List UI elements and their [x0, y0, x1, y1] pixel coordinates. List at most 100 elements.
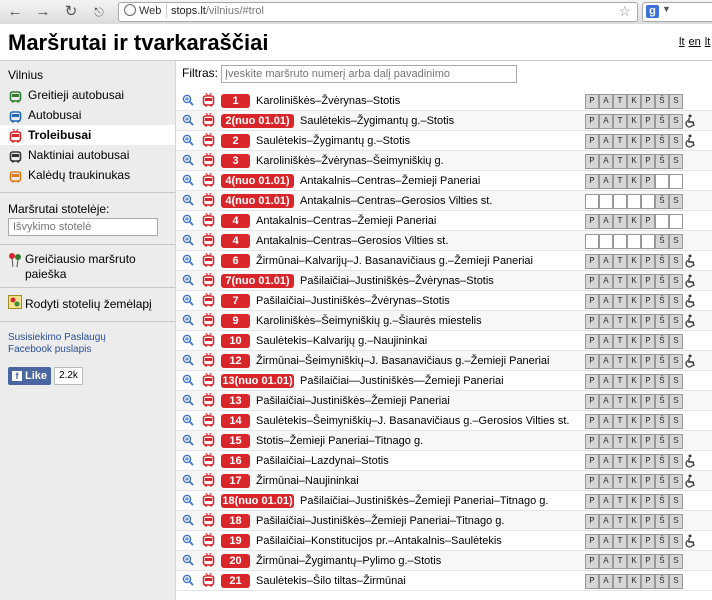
schedule-day-2[interactable]: T	[613, 154, 627, 169]
schedule-day-2[interactable]: T	[613, 534, 627, 549]
route-row[interactable]: 4 Antakalnis–Centras–Žemieji Paneriai P A T K…	[176, 211, 712, 231]
schedule-day-4[interactable]: P	[641, 94, 655, 109]
route-name[interactable]: Žirmūnai–Šeimyniškių–J. Basanavičiaus g.…	[256, 354, 549, 368]
forward-icon[interactable]: →	[34, 3, 52, 21]
facebook-like-button[interactable]: f Like	[8, 367, 52, 385]
zoom-map-icon[interactable]	[182, 514, 194, 529]
route-name[interactable]: Karoliniškės–Žvėrynas–Stotis	[256, 94, 400, 108]
route-number-badge[interactable]: 1	[221, 94, 250, 108]
schedule-day-4[interactable]: P	[641, 574, 655, 589]
schedule-day-5[interactable]: Š	[655, 474, 669, 489]
zoom-map-icon[interactable]	[182, 434, 194, 449]
schedule-day-4[interactable]: P	[641, 114, 655, 129]
route-name[interactable]: Pašilaičiai–Justiniškės–Žemieji Paneriai	[256, 394, 450, 408]
schedule-day-1[interactable]: A	[599, 434, 613, 449]
route-number-badge[interactable]: 7(nuo 01.01)	[221, 274, 294, 288]
schedule-day-3[interactable]: K	[627, 174, 641, 189]
schedule-day-5[interactable]: Š	[655, 254, 669, 269]
schedule-day-6[interactable]: S	[669, 154, 683, 169]
schedule-day-4[interactable]: P	[641, 534, 655, 549]
route-name[interactable]: Stotis–Žemieji Paneriai–Titnago g.	[256, 434, 423, 448]
schedule-day-3[interactable]: K	[627, 454, 641, 469]
route-number-badge[interactable]: 6	[221, 254, 250, 268]
route-name[interactable]: Saulėtekis–Šeimyniškių–J. Basanavičiaus …	[256, 414, 569, 428]
schedule-day-3[interactable]: K	[627, 294, 641, 309]
schedule-day-6[interactable]: S	[669, 434, 683, 449]
route-row[interactable]: 7 Pašilaičiai–Justiniškės–Žvėrynas–Stotis…	[176, 291, 712, 311]
schedule-day-6[interactable]: S	[669, 274, 683, 289]
route-row[interactable]: 6 Žirmūnai–Kalvarijų–J. Basanavičiaus g.–…	[176, 251, 712, 271]
schedule-day-3[interactable]: K	[627, 434, 641, 449]
schedule-day-5[interactable]: Š	[655, 134, 669, 149]
route-row[interactable]: 2(nuo 01.01) Saulėtekis–Žygimantų g.–Stot…	[176, 111, 712, 131]
schedule-day-5[interactable]: Š	[655, 314, 669, 329]
route-name[interactable]: Antakalnis–Centras–Žemieji Paneriai	[256, 214, 436, 228]
schedule-day-3[interactable]: K	[627, 374, 641, 389]
schedule-day-0[interactable]: P	[585, 494, 599, 509]
schedule-day-6[interactable]: S	[669, 374, 683, 389]
route-row[interactable]: 15 Stotis–Žemieji Paneriai–Titnago g. P A T K…	[176, 431, 712, 451]
schedule-day-3[interactable]: K	[627, 494, 641, 509]
route-name[interactable]: Saulėtekis–Kalvarijų g.–Naujininkai	[256, 334, 427, 348]
schedule-day-6[interactable]: S	[669, 534, 683, 549]
schedule-day-3[interactable]: K	[627, 214, 641, 229]
route-number-badge[interactable]: 17	[221, 474, 250, 488]
schedule-day-4[interactable]: P	[641, 394, 655, 409]
schedule-day-1[interactable]: A	[599, 254, 613, 269]
route-number-badge[interactable]: 4(nuo 01.01)	[221, 194, 294, 208]
zoom-map-icon[interactable]	[182, 94, 194, 109]
zoom-map-icon[interactable]	[182, 214, 194, 229]
schedule-day-4[interactable]: P	[641, 314, 655, 329]
schedule-day-1[interactable]: A	[599, 474, 613, 489]
schedule-day-4[interactable]: P	[641, 514, 655, 529]
schedule-day-0[interactable]: P	[585, 394, 599, 409]
route-name[interactable]: Žirmūnai–Naujininkai	[256, 474, 359, 488]
sidebar-item[interactable]: Kalėdų traukinukas	[0, 165, 175, 185]
schedule-day-3[interactable]: K	[627, 314, 641, 329]
schedule-day-0[interactable]: P	[585, 94, 599, 109]
schedule-day-3[interactable]: K	[627, 274, 641, 289]
lang-more-link[interactable]: lt	[705, 36, 711, 48]
schedule-day-3[interactable]: K	[627, 574, 641, 589]
zoom-map-icon[interactable]	[182, 474, 194, 489]
schedule-day-1[interactable]: A	[599, 94, 613, 109]
route-name[interactable]: Karoliniškės–Šeimyniškių g.–Šiaurės mies…	[256, 314, 482, 328]
schedule-day-2[interactable]: T	[613, 174, 627, 189]
stop-search-input[interactable]	[8, 218, 158, 236]
schedule-day-6[interactable]: S	[669, 314, 683, 329]
zoom-map-icon[interactable]	[182, 294, 194, 309]
schedule-day-5[interactable]: Š	[655, 114, 669, 129]
zoom-map-icon[interactable]	[182, 334, 194, 349]
schedule-day-2[interactable]: T	[613, 354, 627, 369]
schedule-day-2[interactable]: T	[613, 434, 627, 449]
route-row[interactable]: 1 Karoliniškės–Žvėrynas–Stotis P A T K P Š S	[176, 91, 712, 111]
route-row[interactable]: 9 Karoliniškės–Šeimyniškių g.–Šiaurės mie…	[176, 311, 712, 331]
route-name[interactable]: Žirmūnai–Žygimantų–Pylimo g.–Stotis	[256, 554, 441, 568]
schedule-day-1[interactable]: A	[599, 554, 613, 569]
route-number-badge[interactable]: 4	[221, 214, 250, 228]
schedule-day-0[interactable]: P	[585, 314, 599, 329]
zoom-map-icon[interactable]	[182, 394, 194, 409]
schedule-day-5[interactable]: Š	[655, 514, 669, 529]
schedule-day-2[interactable]: T	[613, 274, 627, 289]
schedule-day-4[interactable]: P	[641, 254, 655, 269]
schedule-day-1[interactable]: A	[599, 314, 613, 329]
schedule-day-4[interactable]: P	[641, 294, 655, 309]
schedule-day-6[interactable]: S	[669, 254, 683, 269]
schedule-day-3[interactable]: K	[627, 334, 641, 349]
route-name[interactable]: Karoliniškės–Žvėrynas–Šeimyniškių g.	[256, 154, 444, 168]
route-name[interactable]: Antakalnis–Centras–Žemieji Paneriai	[300, 174, 480, 188]
route-name[interactable]: Saulėtekis–Žygimantų g.–Stotis	[256, 134, 410, 148]
route-number-badge[interactable]: 18(nuo 01.01)	[221, 494, 294, 508]
schedule-day-6[interactable]: S	[669, 294, 683, 309]
route-row[interactable]: 2 Saulėtekis–Žygimantų g.–Stotis P A T K P Š S	[176, 131, 712, 151]
zoom-map-icon[interactable]	[182, 134, 194, 149]
zoom-map-icon[interactable]	[182, 554, 194, 569]
schedule-day-3[interactable]: K	[627, 394, 641, 409]
route-row[interactable]: 4(nuo 01.01) Antakalnis–Centras–Gerosios …	[176, 191, 712, 211]
schedule-day-2[interactable]: T	[613, 134, 627, 149]
schedule-day-2[interactable]: T	[613, 454, 627, 469]
route-row[interactable]: 14 Saulėtekis–Šeimyniškių–J. Basanavičiau…	[176, 411, 712, 431]
route-row[interactable]: 17 Žirmūnai–Naujininkai P A T K P Š S	[176, 471, 712, 491]
schedule-day-3[interactable]: K	[627, 94, 641, 109]
